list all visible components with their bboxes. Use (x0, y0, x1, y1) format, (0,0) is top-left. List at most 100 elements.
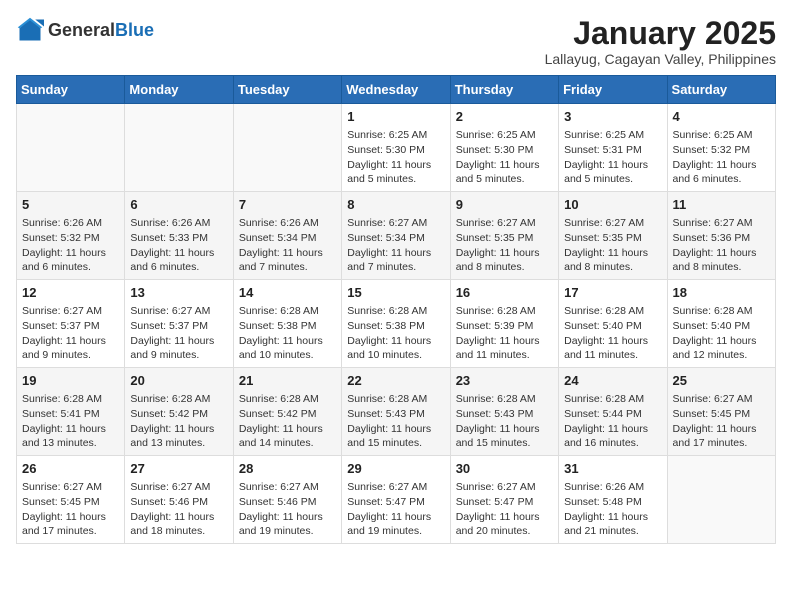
day-number: 1 (347, 108, 444, 126)
day-info: Daylight: 11 hours and 5 minutes. (456, 158, 553, 187)
day-info: Sunset: 5:40 PM (673, 319, 770, 334)
day-number: 5 (22, 196, 119, 214)
calendar-cell (125, 104, 233, 192)
logo-text: General Blue (48, 21, 154, 39)
day-info: Sunrise: 6:28 AM (130, 392, 227, 407)
day-info: Sunset: 5:48 PM (564, 495, 661, 510)
day-info: Sunrise: 6:27 AM (673, 216, 770, 231)
day-info: Sunset: 5:35 PM (456, 231, 553, 246)
day-info: Daylight: 11 hours and 19 minutes. (347, 510, 444, 539)
day-info: Daylight: 11 hours and 18 minutes. (130, 510, 227, 539)
day-info: Sunrise: 6:25 AM (456, 128, 553, 143)
main-title: January 2025 (545, 16, 776, 51)
day-number: 27 (130, 460, 227, 478)
week-row-1: 1Sunrise: 6:25 AMSunset: 5:30 PMDaylight… (17, 104, 776, 192)
day-number: 28 (239, 460, 336, 478)
calendar-cell: 18Sunrise: 6:28 AMSunset: 5:40 PMDayligh… (667, 280, 775, 368)
day-info: Sunset: 5:43 PM (456, 407, 553, 422)
calendar-cell: 12Sunrise: 6:27 AMSunset: 5:37 PMDayligh… (17, 280, 125, 368)
day-info: Daylight: 11 hours and 7 minutes. (239, 246, 336, 275)
calendar-cell: 4Sunrise: 6:25 AMSunset: 5:32 PMDaylight… (667, 104, 775, 192)
calendar-cell: 9Sunrise: 6:27 AMSunset: 5:35 PMDaylight… (450, 192, 558, 280)
day-info: Sunrise: 6:28 AM (564, 304, 661, 319)
day-info: Sunset: 5:42 PM (239, 407, 336, 422)
day-info: Daylight: 11 hours and 10 minutes. (239, 334, 336, 363)
day-info: Sunset: 5:47 PM (347, 495, 444, 510)
day-number: 25 (673, 372, 770, 390)
day-header-friday: Friday (559, 76, 667, 104)
day-info: Daylight: 11 hours and 6 minutes. (22, 246, 119, 275)
day-info: Daylight: 11 hours and 20 minutes. (456, 510, 553, 539)
day-info: Sunrise: 6:25 AM (673, 128, 770, 143)
day-info: Sunset: 5:34 PM (239, 231, 336, 246)
day-info: Sunrise: 6:27 AM (347, 216, 444, 231)
day-info: Sunrise: 6:28 AM (22, 392, 119, 407)
week-row-3: 12Sunrise: 6:27 AMSunset: 5:37 PMDayligh… (17, 280, 776, 368)
calendar-header: SundayMondayTuesdayWednesdayThursdayFrid… (17, 76, 776, 104)
logo-icon (16, 16, 44, 44)
day-info: Sunset: 5:37 PM (22, 319, 119, 334)
calendar-cell: 28Sunrise: 6:27 AMSunset: 5:46 PMDayligh… (233, 455, 341, 543)
calendar-cell: 8Sunrise: 6:27 AMSunset: 5:34 PMDaylight… (342, 192, 450, 280)
day-info: Sunrise: 6:28 AM (239, 304, 336, 319)
day-number: 9 (456, 196, 553, 214)
day-number: 19 (22, 372, 119, 390)
day-header-wednesday: Wednesday (342, 76, 450, 104)
calendar-cell: 10Sunrise: 6:27 AMSunset: 5:35 PMDayligh… (559, 192, 667, 280)
day-number: 31 (564, 460, 661, 478)
day-info: Sunrise: 6:27 AM (22, 304, 119, 319)
day-number: 16 (456, 284, 553, 302)
calendar-cell: 13Sunrise: 6:27 AMSunset: 5:37 PMDayligh… (125, 280, 233, 368)
title-block: January 2025 Lallayug, Cagayan Valley, P… (545, 16, 776, 67)
day-info: Sunset: 5:47 PM (456, 495, 553, 510)
day-info: Daylight: 11 hours and 7 minutes. (347, 246, 444, 275)
day-info: Sunset: 5:38 PM (239, 319, 336, 334)
calendar-cell: 1Sunrise: 6:25 AMSunset: 5:30 PMDaylight… (342, 104, 450, 192)
day-number: 18 (673, 284, 770, 302)
day-info: Sunset: 5:35 PM (564, 231, 661, 246)
calendar-cell: 16Sunrise: 6:28 AMSunset: 5:39 PMDayligh… (450, 280, 558, 368)
day-info: Daylight: 11 hours and 16 minutes. (564, 422, 661, 451)
day-info: Daylight: 11 hours and 8 minutes. (673, 246, 770, 275)
calendar-cell: 27Sunrise: 6:27 AMSunset: 5:46 PMDayligh… (125, 455, 233, 543)
day-number: 8 (347, 196, 444, 214)
week-row-4: 19Sunrise: 6:28 AMSunset: 5:41 PMDayligh… (17, 368, 776, 456)
day-number: 17 (564, 284, 661, 302)
calendar-cell: 19Sunrise: 6:28 AMSunset: 5:41 PMDayligh… (17, 368, 125, 456)
day-info: Sunrise: 6:28 AM (347, 392, 444, 407)
day-info: Sunrise: 6:28 AM (564, 392, 661, 407)
day-number: 24 (564, 372, 661, 390)
day-info: Sunset: 5:38 PM (347, 319, 444, 334)
day-info: Sunrise: 6:27 AM (564, 216, 661, 231)
day-number: 26 (22, 460, 119, 478)
calendar-cell: 29Sunrise: 6:27 AMSunset: 5:47 PMDayligh… (342, 455, 450, 543)
day-info: Sunset: 5:33 PM (130, 231, 227, 246)
day-info: Daylight: 11 hours and 9 minutes. (130, 334, 227, 363)
calendar-cell: 5Sunrise: 6:26 AMSunset: 5:32 PMDaylight… (17, 192, 125, 280)
day-info: Sunrise: 6:27 AM (130, 304, 227, 319)
day-number: 13 (130, 284, 227, 302)
calendar-cell: 23Sunrise: 6:28 AMSunset: 5:43 PMDayligh… (450, 368, 558, 456)
day-info: Sunrise: 6:28 AM (456, 304, 553, 319)
day-number: 23 (456, 372, 553, 390)
day-info: Daylight: 11 hours and 8 minutes. (456, 246, 553, 275)
day-info: Sunset: 5:30 PM (456, 143, 553, 158)
day-info: Sunset: 5:42 PM (130, 407, 227, 422)
logo-general: General (48, 21, 115, 39)
day-info: Sunrise: 6:26 AM (130, 216, 227, 231)
page-header: General Blue January 2025 Lallayug, Caga… (16, 16, 776, 67)
day-info: Sunrise: 6:27 AM (22, 480, 119, 495)
day-info: Sunrise: 6:27 AM (130, 480, 227, 495)
day-number: 14 (239, 284, 336, 302)
day-header-sunday: Sunday (17, 76, 125, 104)
calendar-cell: 2Sunrise: 6:25 AMSunset: 5:30 PMDaylight… (450, 104, 558, 192)
day-number: 4 (673, 108, 770, 126)
calendar-cell (667, 455, 775, 543)
day-info: Daylight: 11 hours and 21 minutes. (564, 510, 661, 539)
day-info: Daylight: 11 hours and 15 minutes. (347, 422, 444, 451)
day-header-thursday: Thursday (450, 76, 558, 104)
day-number: 12 (22, 284, 119, 302)
day-info: Daylight: 11 hours and 5 minutes. (564, 158, 661, 187)
day-info: Daylight: 11 hours and 5 minutes. (347, 158, 444, 187)
week-row-2: 5Sunrise: 6:26 AMSunset: 5:32 PMDaylight… (17, 192, 776, 280)
